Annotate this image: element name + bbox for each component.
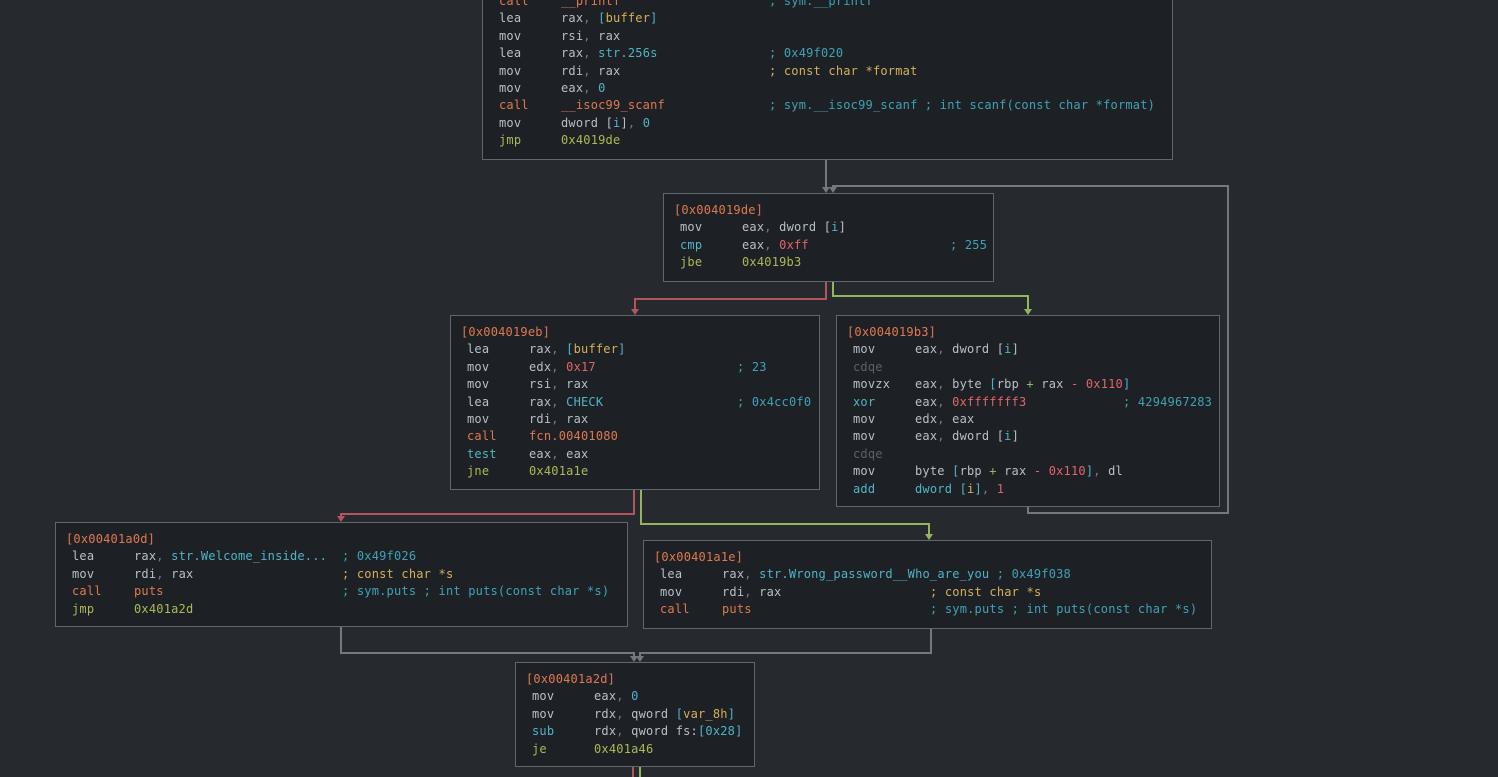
asm-comment: ; 0x4cc0f0: [737, 394, 811, 411]
asm-instruction-line: learax, CHECK; 0x4cc0f0: [451, 394, 819, 411]
block-address-header: [0x00401a2d]: [516, 671, 754, 688]
asm-instruction-line: jmp0x4019de: [483, 132, 1172, 149]
asm-instruction-line: learax, str.256s; 0x49f020: [483, 45, 1172, 62]
edge-0x401a0d-to-0x401a2d: [341, 627, 634, 656]
asm-instruction-line: jbe0x4019b3: [664, 254, 993, 271]
block-address-header: [0x004019eb]: [451, 324, 819, 341]
block-address-header: [0x004019de]: [664, 202, 993, 219]
asm-instruction-line: adddword [i], 1: [837, 481, 1219, 498]
asm-instruction-line: moveax, dword [i]: [837, 428, 1219, 445]
asm-instruction-line: callputs; sym.puts ; int puts(const char…: [644, 601, 1211, 618]
asm-instruction-line: subrdx, qword fs:[0x28]: [516, 723, 754, 740]
disassembly-graph-canvas[interactable]: call__printf; sym.__printflearax, [buffe…: [0, 0, 1498, 777]
asm-comment: ; 23: [737, 359, 767, 376]
asm-instruction-line: learax, str.Wrong_password__Who_are_you;…: [644, 566, 1211, 583]
asm-instruction-line: learax, str.Welcome_inside...; 0x49f026: [56, 548, 627, 565]
basic-block-0x004019de[interactable]: [0x004019de]moveax, dword [i]cmpeax, 0xf…: [663, 193, 994, 282]
asm-comment: ; const char *format: [769, 63, 918, 80]
asm-comment: ; sym.puts ; int puts(const char *s): [930, 601, 1197, 618]
basic-block-0x00401a0d[interactable]: [0x00401a0d]learax, str.Welcome_inside..…: [55, 522, 628, 627]
block-address-header: [0x00401a0d]: [56, 531, 627, 548]
asm-instruction-line: movbyte [rbp + rax - 0x110], dl: [837, 463, 1219, 480]
asm-instruction-line: cdqe: [837, 359, 1219, 376]
asm-instruction-line: movrdx, qword [var_8h]: [516, 706, 754, 723]
asm-instruction-line: moveax, dword [i]: [837, 341, 1219, 358]
asm-instruction-line: xoreax, 0xfffffff3; 4294967283: [837, 394, 1219, 411]
basic-block-entry[interactable]: call__printf; sym.__printflearax, [buffe…: [482, 0, 1173, 160]
asm-instruction-line: je0x401a46: [516, 741, 754, 758]
asm-instruction-line: movrsi, rax: [483, 28, 1172, 45]
asm-comment: ; sym.puts ; int puts(const char *s): [342, 583, 609, 600]
asm-comment: ; const char *s: [930, 584, 1041, 601]
asm-instruction-line: movzxeax, byte [rbp + rax - 0x110]: [837, 376, 1219, 393]
asm-instruction-line: movrdi, rax; const char *format: [483, 63, 1172, 80]
asm-instruction-line: learax, [buffer]: [451, 341, 819, 358]
asm-instruction-line: moveax, dword [i]: [664, 219, 993, 236]
block-address-header: [0x004019b3]: [837, 324, 1219, 341]
asm-instruction-line: cdqe: [837, 446, 1219, 463]
asm-instruction-line: movdword [i], 0: [483, 115, 1172, 132]
asm-instruction-line: movedx, eax: [837, 411, 1219, 428]
asm-comment: ; 0x49f038: [997, 567, 1071, 581]
asm-comment: ; const char *s: [342, 566, 453, 583]
asm-comment: ; 255: [950, 237, 987, 254]
asm-instruction-line: call__printf; sym.__printf: [483, 0, 1172, 10]
edge-0x401a1e-to-0x401a2d: [640, 629, 931, 656]
asm-comment: ; sym.__isoc99_scanf ; int scanf(const c…: [769, 97, 1155, 114]
basic-block-0x004019b3[interactable]: [0x004019b3]moveax, dword [i]cdqemovzxea…: [836, 315, 1220, 507]
asm-instruction-line: movrdi, rax; const char *s: [644, 584, 1211, 601]
asm-comment: ; 0x49f026: [342, 548, 416, 565]
asm-instruction-line: movedx, 0x17; 23: [451, 359, 819, 376]
edge-0x4019de-false-to-0x4019eb: [635, 282, 826, 309]
asm-comment: ; 4294967283: [1123, 394, 1212, 411]
basic-block-0x00401a1e[interactable]: [0x00401a1e]learax, str.Wrong_password__…: [643, 540, 1212, 629]
asm-instruction-line: jne0x401a1e: [451, 463, 819, 480]
asm-comment: ; sym.__printf: [769, 0, 873, 10]
basic-block-0x004019eb[interactable]: [0x004019eb]learax, [buffer]movedx, 0x17…: [450, 315, 820, 490]
asm-instruction-line: movrdi, rax; const char *s: [56, 566, 627, 583]
block-address-header: [0x00401a1e]: [644, 549, 1211, 566]
asm-instruction-line: moveax, 0: [516, 688, 754, 705]
asm-instruction-line: moveax, 0: [483, 80, 1172, 97]
asm-comment: ; 0x49f020: [769, 45, 843, 62]
edge-0x4019de-true-to-0x4019b3: [833, 282, 1028, 309]
asm-instruction-line: jmp0x401a2d: [56, 601, 627, 618]
asm-instruction-line: call__isoc99_scanf; sym.__isoc99_scanf ;…: [483, 97, 1172, 114]
asm-instruction-line: learax, [buffer]: [483, 10, 1172, 27]
asm-instruction-line: movrdi, rax: [451, 411, 819, 428]
asm-instruction-line: callfcn.00401080: [451, 428, 819, 445]
asm-instruction-line: cmpeax, 0xff; 255: [664, 237, 993, 254]
edge-0x4019eb-false-to-0x401a0d: [341, 490, 634, 516]
asm-instruction-line: testeax, eax: [451, 446, 819, 463]
asm-instruction-line: movrsi, rax: [451, 376, 819, 393]
basic-block-0x00401a2d[interactable]: [0x00401a2d]moveax, 0movrdx, qword [var_…: [515, 662, 755, 767]
asm-instruction-line: callputs; sym.puts ; int puts(const char…: [56, 583, 627, 600]
